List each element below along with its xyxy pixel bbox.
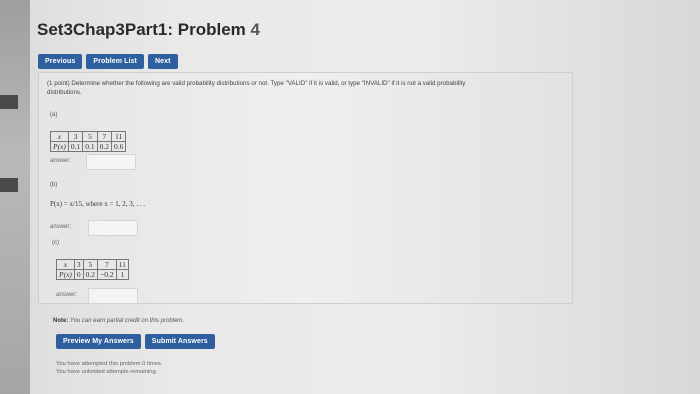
answer-label: answer: xyxy=(50,224,72,230)
page-title: Set3Chap3Part1: Problem 4 xyxy=(37,20,260,40)
table-cell: 11 xyxy=(111,131,127,142)
answer-c-input[interactable] xyxy=(88,288,138,304)
intro-line: (1 point) Determine whether the followin… xyxy=(47,80,466,87)
answer-actions: Preview My Answers Submit Answers xyxy=(56,334,215,349)
intro-line: distributions. xyxy=(47,88,82,96)
attempts-line: You have unlimited attempts remaining. xyxy=(56,369,158,375)
table-cell: 0.1 xyxy=(67,141,84,152)
submit-answers-button[interactable]: Submit Answers xyxy=(144,334,215,349)
part-c-label: (c) xyxy=(52,240,59,246)
page-title-text: Set3Chap3Part1: Problem xyxy=(37,20,246,39)
table-row: x 3 5 7 11 xyxy=(56,259,129,270)
table-cell: 3 xyxy=(67,131,84,142)
next-button[interactable]: Next xyxy=(147,54,178,69)
answer-b-input[interactable] xyxy=(88,220,138,236)
problem-nav: Previous Problem List Next xyxy=(38,54,178,69)
table-cell: 0 xyxy=(73,269,84,280)
table-cell: x xyxy=(50,131,69,142)
table-cell: P(x) xyxy=(56,269,75,280)
table-cell: 7 xyxy=(97,259,117,270)
table-cell: 1 xyxy=(115,269,129,280)
table-row: P(x) 0 0.2 −0.2 1 xyxy=(56,269,129,280)
part-a-label: (a) xyxy=(50,112,58,118)
table-cell: 0.2 xyxy=(82,269,99,280)
table-cell: −0.2 xyxy=(97,269,117,280)
part-a-table: x 3 5 7 11 P(x) 0.1 0.1 0.2 0.6 xyxy=(50,131,127,152)
attempts-info: You have attempted this problem 0 times.… xyxy=(56,360,162,376)
table-cell: 5 xyxy=(82,259,99,270)
problem-number: 4 xyxy=(250,20,260,39)
table-cell: x xyxy=(56,259,75,270)
table-cell: 0.6 xyxy=(111,141,127,152)
table-cell: 0.2 xyxy=(96,141,113,152)
note-label: Note: xyxy=(53,318,69,324)
note-text: You can earn partial credit on this prob… xyxy=(68,318,184,324)
partial-credit-note: Note: You can earn partial credit on thi… xyxy=(53,318,184,324)
answer-label: answer: xyxy=(56,292,78,298)
table-cell: P(x) xyxy=(50,141,69,152)
table-row: P(x) 0.1 0.1 0.2 0.6 xyxy=(50,141,127,152)
preview-answers-button[interactable]: Preview My Answers xyxy=(56,334,141,349)
answer-a-input[interactable] xyxy=(86,154,136,170)
table-cell: 11 xyxy=(115,259,129,270)
sidebar-tab-marker[interactable] xyxy=(0,178,18,192)
previous-button[interactable]: Previous xyxy=(38,54,83,69)
answer-label: answer: xyxy=(50,158,72,164)
part-c-table: x 3 5 7 11 P(x) 0 0.2 −0.2 1 xyxy=(56,259,129,280)
table-cell: 0.1 xyxy=(82,141,98,152)
left-sidebar-strip xyxy=(0,0,30,394)
table-cell: 7 xyxy=(96,131,113,142)
table-row: x 3 5 7 11 xyxy=(50,131,127,142)
problem-intro: (1 point) Determine whether the followin… xyxy=(47,80,567,97)
table-cell: 3 xyxy=(73,259,84,270)
sidebar-tab-marker[interactable] xyxy=(0,95,18,109)
problem-list-button[interactable]: Problem List xyxy=(86,54,144,69)
part-b-formula: P(x) = x/15, where x = 1, 2, 3, . . . xyxy=(50,200,145,208)
attempts-line: You have attempted this problem 0 times. xyxy=(56,361,163,367)
table-cell: 5 xyxy=(82,131,98,142)
part-b-label: (b) xyxy=(50,182,58,188)
